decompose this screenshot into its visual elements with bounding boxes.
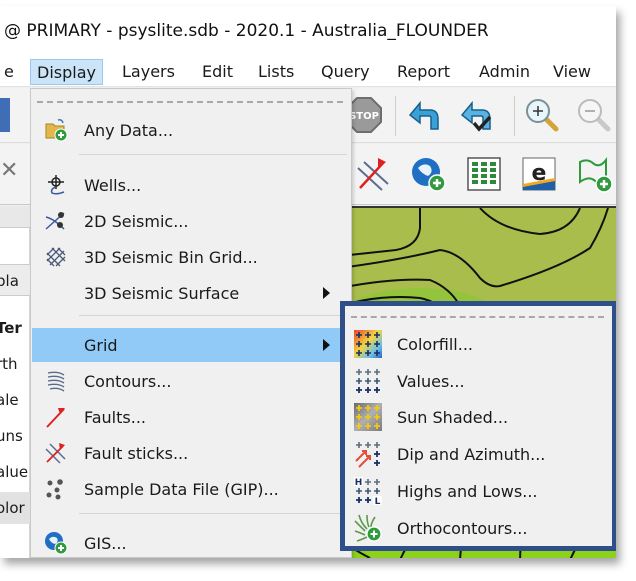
panel-row[interactable]: rth xyxy=(0,348,30,380)
menu-item-3d-seismic-surface[interactable]: 3D Seismic Surface xyxy=(32,276,350,310)
submenu-item-label: Highs and Lows... xyxy=(397,481,538,501)
menu-item-label: Faults... xyxy=(84,407,146,427)
toolbar-separator xyxy=(395,96,396,136)
menu-item-label: Contours... xyxy=(84,371,172,391)
panel-row[interactable]: olor xyxy=(0,492,30,524)
panel-header xyxy=(0,206,30,228)
svg-text:L: L xyxy=(375,497,381,506)
menu-item-any-data[interactable]: Any Data... xyxy=(32,113,350,147)
values-icon xyxy=(345,363,391,399)
undo-icon[interactable] xyxy=(402,93,446,137)
tearoff-line[interactable] xyxy=(37,101,343,103)
tearoff-line[interactable] xyxy=(351,316,604,318)
fault-sticks-icon xyxy=(32,436,80,470)
zoom-in-icon[interactable] xyxy=(520,93,564,137)
bin-grid-icon xyxy=(32,240,80,274)
svg-text:H: H xyxy=(355,478,363,488)
menu-item-2d-seismic[interactable]: 2D Seismic... xyxy=(32,204,350,238)
menu-item-contours[interactable]: Contours... xyxy=(32,364,350,398)
submenu-item-label: Dip and Azimuth... xyxy=(397,444,546,464)
toolbar-button-partial[interactable] xyxy=(0,98,10,132)
menu-item-sample-data-file[interactable]: Sample Data File (GIP)... xyxy=(32,472,350,506)
gis-icon xyxy=(32,526,80,558)
menu-file[interactable]: e xyxy=(0,59,20,85)
submenu-item-dip-azimuth[interactable]: Dip and Azimuth... xyxy=(345,436,612,472)
fault-sticks-icon[interactable] xyxy=(352,152,396,196)
orthocontours-icon xyxy=(345,510,391,546)
e-logo-icon[interactable]: e xyxy=(517,152,561,196)
polygon-add-icon[interactable] xyxy=(572,152,616,196)
menu-item-label: Any Data... xyxy=(84,120,174,140)
layers-panel: pla Ter rth ale uns alue olor xyxy=(0,206,30,558)
panel-row[interactable]: ale xyxy=(0,384,30,416)
submenu-item-highs-lows[interactable]: HL Highs and Lows... xyxy=(345,473,612,509)
menu-item-label: 3D Seismic Surface xyxy=(84,283,240,303)
menu-item-faults[interactable]: Faults... xyxy=(32,400,350,434)
colorfill-icon xyxy=(345,326,391,362)
submenu-arrow-icon xyxy=(323,287,330,299)
menu-report[interactable]: Report xyxy=(391,59,456,85)
sample-data-icon xyxy=(32,472,80,506)
dip-azimuth-icon xyxy=(345,436,391,472)
menu-item-label: Fault sticks... xyxy=(84,443,189,463)
grid-submenu: Colorfill... Values... Sun Shaded... Dip… xyxy=(340,301,616,551)
application-window: @ PRIMARY - psyslite.sdb - 2020.1 - Aust… xyxy=(0,6,616,558)
panel-row[interactable]: pla xyxy=(0,264,30,296)
submenu-item-values[interactable]: Values... xyxy=(345,363,612,399)
submenu-item-label: Sun Shaded... xyxy=(397,407,509,427)
toolbar-separator xyxy=(514,96,515,136)
menu-lists[interactable]: Lists xyxy=(252,59,300,85)
panel-row[interactable]: alue xyxy=(0,456,30,488)
menu-item-fault-sticks[interactable]: Fault sticks... xyxy=(32,436,350,470)
well-icon xyxy=(32,168,80,202)
menu-item-grid[interactable]: Grid xyxy=(32,328,350,362)
menu-item-label: 2D Seismic... xyxy=(84,211,189,231)
menu-layers[interactable]: Layers xyxy=(116,59,181,85)
submenu-item-label: Values... xyxy=(397,371,465,391)
svg-text:STOP: STOP xyxy=(349,111,379,122)
display-menu: Any Data... Wells... 2D Seismic... 3D Se… xyxy=(30,88,352,558)
faults-icon xyxy=(32,400,80,434)
panel-row[interactable]: Ter xyxy=(0,312,30,344)
menu-admin[interactable]: Admin xyxy=(473,59,536,85)
contours-icon xyxy=(32,364,80,398)
menu-view[interactable]: View xyxy=(547,59,597,85)
seismic-2d-icon xyxy=(32,204,80,238)
window-title: @ PRIMARY - psyslite.sdb - 2020.1 - Aust… xyxy=(0,6,616,56)
submenu-item-label: Colorfill... xyxy=(397,334,473,354)
menu-bar: e Display Layers Edit Lists Query Report… xyxy=(0,56,616,87)
highs-lows-icon: HL xyxy=(345,473,391,509)
sun-shaded-icon xyxy=(345,399,391,435)
toolbar-icon-partial[interactable]: ✕ xyxy=(0,158,18,183)
undo-checked-icon[interactable] xyxy=(454,93,498,137)
menu-item-label: 3D Seismic Bin Grid... xyxy=(84,247,258,267)
menu-separator xyxy=(79,513,347,514)
menu-item-3d-seismic-bin-grid[interactable]: 3D Seismic Bin Grid... xyxy=(32,240,350,274)
spreadsheet-icon[interactable] xyxy=(462,152,506,196)
menu-item-label: Sample Data File (GIP)... xyxy=(84,479,279,499)
panel-row[interactable]: uns xyxy=(0,420,30,452)
menu-item-gis[interactable]: GIS... xyxy=(32,526,350,558)
menu-item-label: Wells... xyxy=(84,175,142,195)
menu-item-label: Grid xyxy=(84,335,118,355)
menu-item-wells[interactable]: Wells... xyxy=(32,168,350,202)
submenu-item-sun-shaded[interactable]: Sun Shaded... xyxy=(345,399,612,435)
gis-add-icon[interactable] xyxy=(406,152,450,196)
menu-edit[interactable]: Edit xyxy=(196,59,239,85)
submenu-item-label: Orthocontours... xyxy=(397,518,528,538)
folder-add-icon xyxy=(32,113,80,147)
menu-display[interactable]: Display xyxy=(30,59,103,85)
menu-query[interactable]: Query xyxy=(315,59,376,85)
submenu-item-colorfill[interactable]: Colorfill... xyxy=(345,326,612,362)
submenu-arrow-icon xyxy=(323,339,330,351)
menu-separator xyxy=(79,315,347,316)
menu-item-label: GIS... xyxy=(84,533,127,553)
submenu-item-orthocontours[interactable]: Orthocontours... xyxy=(345,510,612,546)
menu-separator xyxy=(79,154,347,155)
zoom-out-icon[interactable] xyxy=(572,93,616,137)
